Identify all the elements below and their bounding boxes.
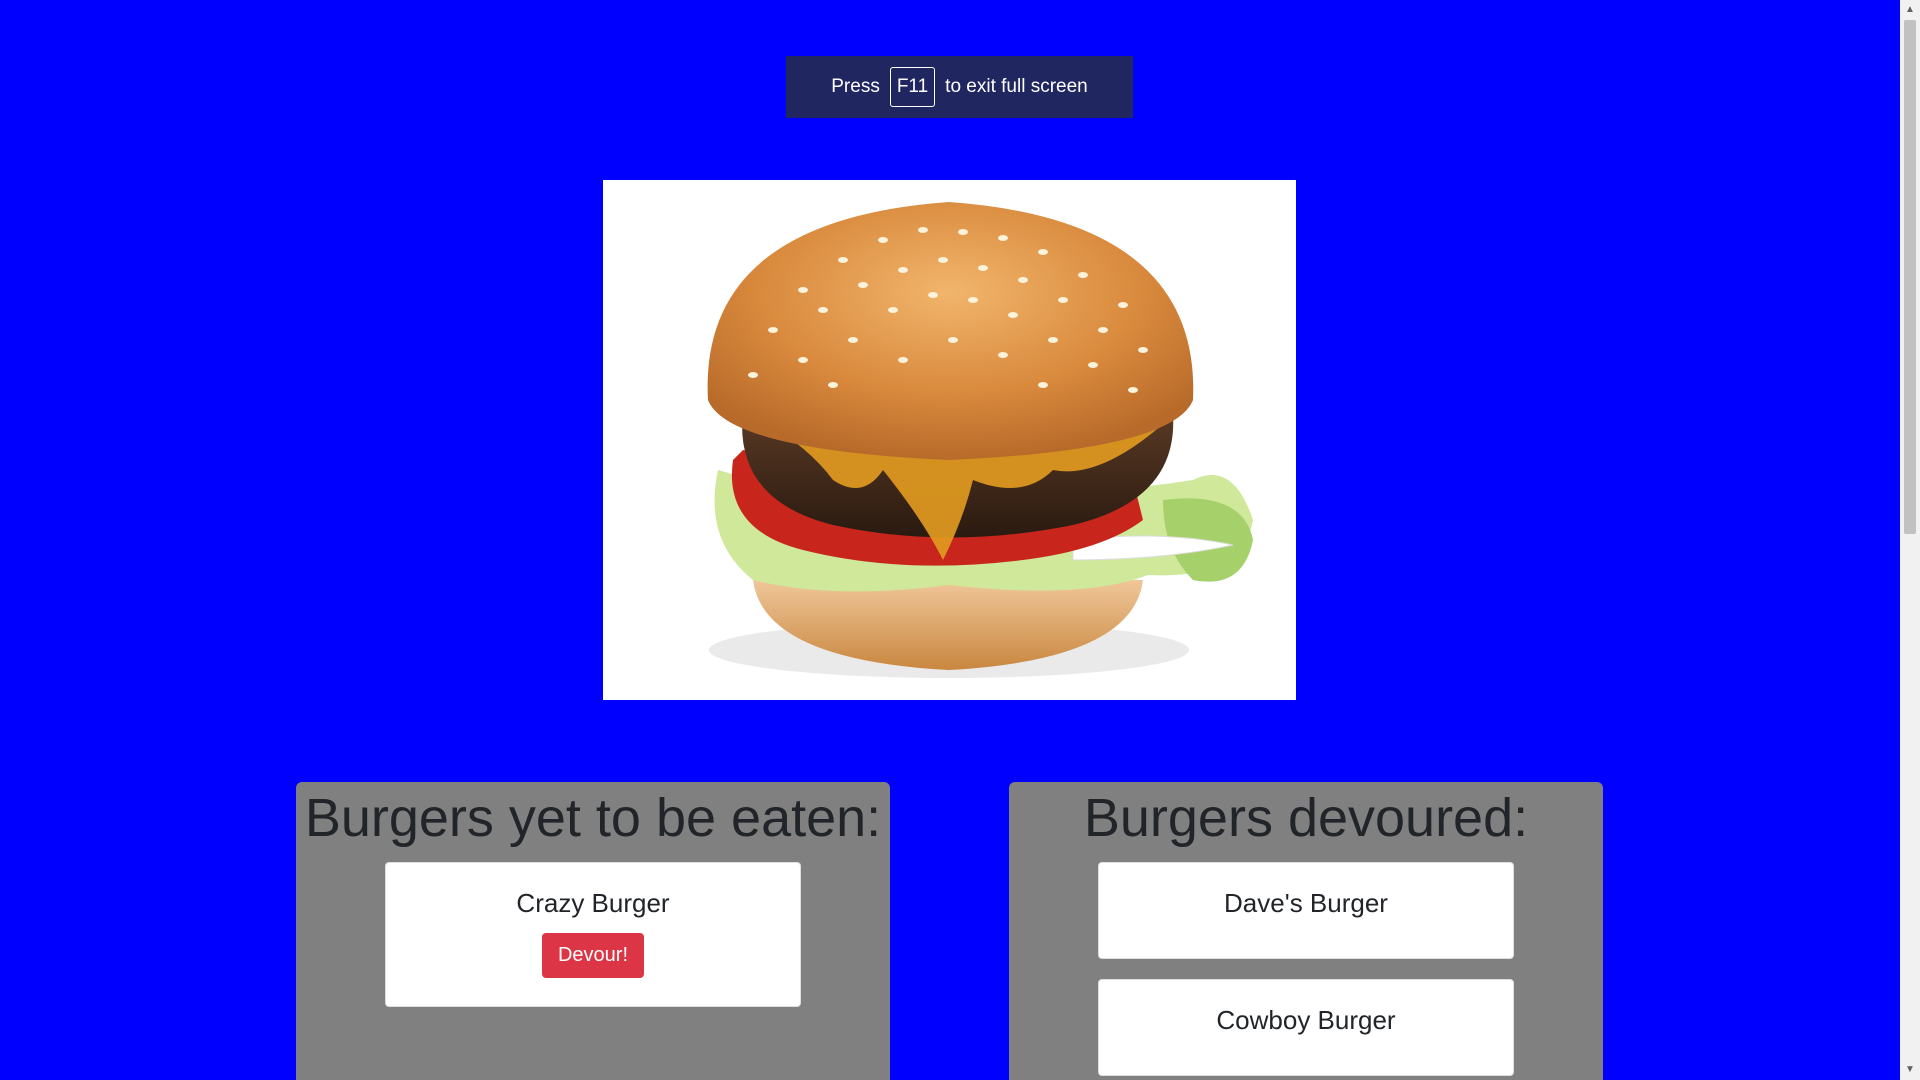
burger-card-crazy-burger: Crazy Burger Devour! <box>385 862 801 1007</box>
burger-card-cowboy-burger: Cowboy Burger <box>1098 979 1514 1076</box>
uneaten-panel: Burgers yet to be eaten: Crazy Burger De… <box>296 782 890 1080</box>
scrollbar-thumb[interactable] <box>1904 20 1916 534</box>
devoured-heading: Burgers devoured: <box>1083 788 1529 848</box>
fullscreen-notice-suffix: to exit full screen <box>945 76 1088 97</box>
burger-illustration <box>707 202 1253 678</box>
devoured-panel: Burgers devoured: Dave's Burger Cowboy B… <box>1009 782 1603 1080</box>
caret-up-icon[interactable]: ▲ <box>1900 2 1920 18</box>
burger-name: Dave's Burger <box>1224 888 1388 918</box>
caret-down-icon[interactable]: ▼ <box>1900 1062 1920 1078</box>
page: Press F11 to exit full screen Burgers ye… <box>0 0 1920 1080</box>
f11-key: F11 <box>889 67 936 107</box>
fullscreen-notice-prefix: Press <box>831 76 880 97</box>
burger-name: Cowboy Burger <box>1216 1005 1396 1035</box>
fullscreen-notice: Press F11 to exit full screen <box>786 56 1133 118</box>
vertical-scrollbar[interactable]: ▲ ▼ <box>1900 0 1920 1080</box>
burger-name: Crazy Burger <box>516 888 670 918</box>
burger-image <box>603 180 1296 700</box>
uneaten-heading: Burgers yet to be eaten: <box>304 788 882 848</box>
burger-card-daves-burger: Dave's Burger <box>1098 862 1514 959</box>
devour-button[interactable]: Devour! <box>541 933 645 978</box>
